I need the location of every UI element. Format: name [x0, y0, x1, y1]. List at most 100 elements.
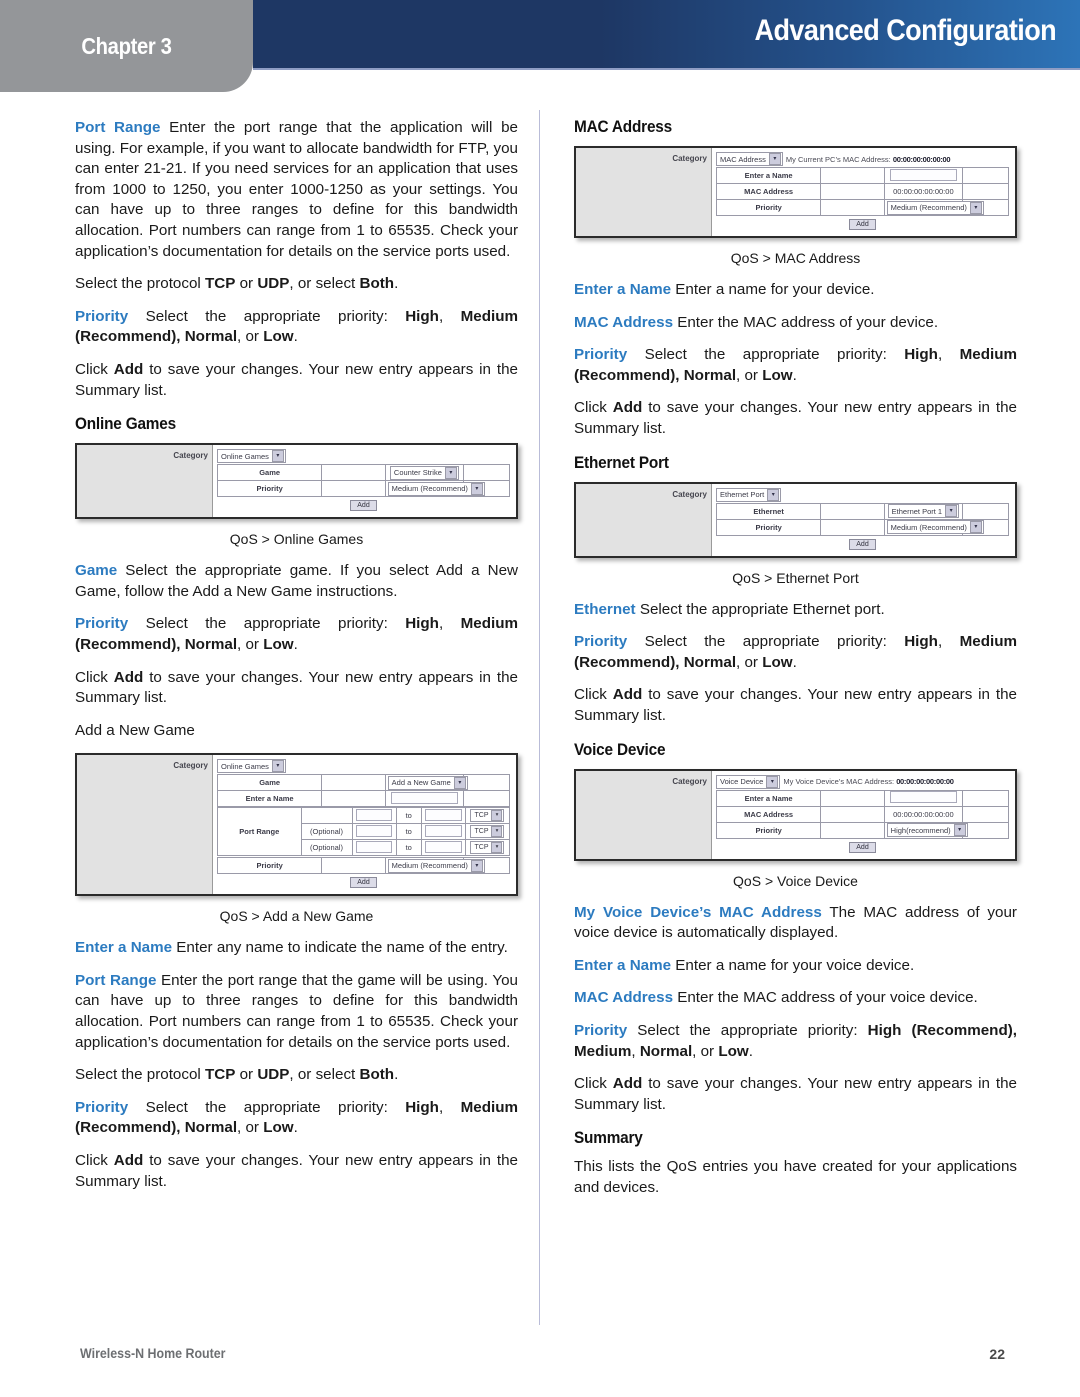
port-end-input[interactable] — [420, 823, 466, 841]
paragraph-enter-a-name-device: Enter a Name Enter a name for your devic… — [574, 280, 1017, 301]
screenshot-qos-ethernet-port: Category Ethernet Port ▾ Ethernet Etherne… — [574, 481, 1017, 558]
port-start-box[interactable] — [355, 808, 393, 821]
game-dropdown[interactable]: Add a New Game ▾ — [387, 775, 468, 790]
enter-a-name-input[interactable] — [890, 168, 957, 181]
add-button-wrap: Add — [716, 219, 1009, 232]
chevron-down-icon[interactable]: ▾ — [491, 826, 503, 838]
screenshot-left-panel: Category — [77, 445, 213, 518]
ethernet-port-value: Ethernet Port 1 — [891, 506, 943, 516]
text-priority-voice-open: ( — [901, 1021, 917, 1039]
text-priority-end: . — [293, 1119, 298, 1137]
priority-dropdown[interactable]: Medium (Recommend) ▾ — [886, 520, 984, 535]
add-button[interactable]: Add — [849, 841, 876, 853]
category-dropdown[interactable]: MAC Address ▾ — [716, 152, 783, 166]
priority-dropdown[interactable]: Medium (Recommend) ▾ — [387, 858, 485, 873]
chevron-down-icon[interactable]: ▾ — [766, 775, 779, 788]
row-pad — [962, 789, 1009, 807]
chevron-down-icon[interactable]: ▾ — [491, 842, 503, 854]
text-priority-voice-normal: Normal — [639, 1042, 693, 1060]
screenshot-left-panel: Category — [576, 483, 712, 556]
text-add-pre: Click — [75, 668, 114, 686]
chevron-down-icon[interactable]: ▾ — [453, 776, 466, 789]
optional-label: (Optional) — [300, 823, 353, 841]
chevron-down-icon[interactable]: ▾ — [767, 488, 780, 501]
game-value: Counter Strike — [393, 468, 442, 478]
port-end-box[interactable] — [425, 824, 462, 837]
add-button[interactable]: Add — [350, 500, 377, 512]
category-dropdown[interactable]: Ethernet Port ▾ — [716, 487, 782, 502]
priority-dropdown[interactable]: Medium (Recommend) ▾ — [886, 200, 984, 215]
category-value: MAC Address — [720, 154, 766, 164]
protocol-dropdown[interactable]: TCP ▾ — [470, 809, 505, 823]
row-pad — [463, 464, 510, 482]
paragraph-priority-3: Priority Select the appropriate priority… — [75, 1098, 518, 1139]
priority-dropdown[interactable]: High(recommend) ▾ — [886, 823, 968, 838]
paragraph-mac-address-voice: MAC Address Enter the MAC address of you… — [574, 988, 1017, 1009]
text-priority-normal: Normal — [683, 366, 737, 384]
row-spacer — [820, 199, 885, 216]
ethernet-port-dropdown[interactable]: Ethernet Port 1 ▾ — [887, 504, 960, 519]
text-priority-recommend: Recommend — [579, 366, 671, 384]
port-start-box[interactable] — [355, 824, 393, 837]
priority-dropdown[interactable]: Medium (Recommend) ▾ — [387, 481, 485, 496]
add-button[interactable]: Add — [350, 877, 377, 889]
chevron-down-icon[interactable]: ▾ — [491, 810, 503, 822]
protocol-dropdown[interactable]: TCP ▾ — [470, 841, 505, 855]
category-dropdown[interactable]: Voice Device ▾ — [716, 774, 781, 789]
enter-a-name-input[interactable] — [391, 791, 458, 804]
text-protocol-pre: Select the protocol — [75, 1066, 206, 1084]
term-my-voice-device-mac: My Voice Device’s MAC Address — [574, 903, 822, 921]
paragraph-game: Game Select the appropriate game. If you… — [75, 561, 518, 602]
port-start-input[interactable] — [351, 823, 397, 841]
chevron-down-icon[interactable]: ▾ — [945, 505, 958, 518]
term-enter-a-name: Enter a Name — [75, 939, 173, 957]
text-priority-voice-medium: Medium — [574, 1042, 632, 1060]
text-protocol-udp: UDP — [257, 1066, 290, 1084]
category-dropdown[interactable]: Online Games ▾ — [217, 759, 286, 774]
chevron-down-icon[interactable]: ▾ — [271, 450, 284, 463]
port-end-box[interactable] — [425, 840, 462, 853]
to-label: to — [395, 839, 422, 857]
figure-caption: QoS > Add a New Game — [219, 908, 374, 925]
category-value: Online Games — [221, 761, 269, 771]
mac-address-input[interactable]: 00:00:00:00:00:00 — [883, 805, 964, 823]
add-button[interactable]: Add — [849, 538, 876, 550]
port-end-input[interactable] — [420, 839, 466, 857]
row-pad — [962, 183, 1009, 200]
chevron-down-icon[interactable]: ▾ — [969, 521, 982, 534]
chevron-down-icon[interactable]: ▾ — [470, 482, 483, 495]
chevron-down-icon[interactable]: ▾ — [444, 466, 457, 479]
port-start-input[interactable] — [351, 839, 397, 857]
port-end-input[interactable] — [420, 807, 466, 825]
text-priority-normal: Normal — [184, 1119, 238, 1137]
chevron-down-icon[interactable]: ▾ — [953, 824, 966, 837]
row-pad — [962, 821, 1009, 839]
protocol-dropdown[interactable]: TCP ▾ — [470, 825, 505, 839]
game-dropdown[interactable]: Counter Strike ▾ — [389, 465, 459, 480]
chevron-down-icon[interactable]: ▾ — [470, 859, 483, 872]
paragraph-click-add-3: Click Add to save your changes. Your new… — [75, 1151, 518, 1192]
text-priority-medium: Medium — [460, 1098, 518, 1116]
text-protocol-or2: , or select — [289, 1066, 360, 1084]
protocol-cell: TCP ▾ — [464, 839, 511, 857]
chevron-down-icon[interactable]: ▾ — [768, 153, 781, 165]
row-label: Enter a Name — [715, 167, 822, 184]
table-row: Enter a Name — [216, 790, 510, 808]
category-dropdown[interactable]: Online Games ▾ — [217, 449, 286, 464]
screenshot-qos-add-new-game: Category Online Games ▾ Game Add a New Ga… — [75, 753, 518, 897]
add-button[interactable]: Add — [849, 219, 876, 230]
port-start-input[interactable] — [351, 807, 397, 825]
enter-a-name-input[interactable] — [890, 791, 957, 804]
text-priority-mid: Select the appropriate priority: — [627, 633, 905, 651]
table-row: Game Counter Strike ▾ — [216, 464, 510, 482]
chevron-down-icon[interactable]: ▾ — [271, 760, 284, 773]
heading-mac-address: MAC Address — [574, 118, 672, 136]
chapter-tab: Chapter 3 — [0, 0, 253, 92]
port-end-box[interactable] — [425, 808, 462, 821]
chevron-down-icon[interactable]: ▾ — [969, 201, 982, 214]
term-ethernet: Ethernet — [574, 600, 636, 618]
row-label: MAC Address — [715, 805, 822, 823]
category-label: Category — [173, 761, 208, 771]
port-start-box[interactable] — [355, 840, 393, 853]
mac-address-input[interactable]: 00:00:00:00:00:00 — [883, 183, 964, 200]
